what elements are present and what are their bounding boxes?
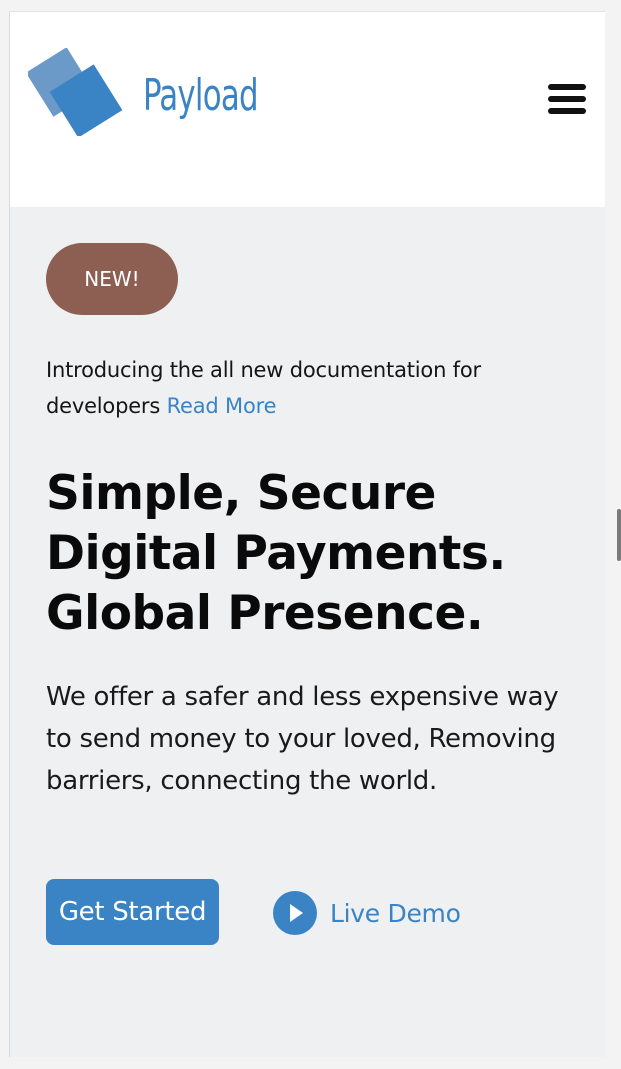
menu-bar: [548, 84, 586, 90]
live-demo-link[interactable]: Live Demo: [273, 891, 461, 935]
page-frame: Payload NEW! Introducing the all new doc…: [9, 11, 605, 1057]
new-badge: NEW!: [46, 243, 178, 315]
read-more-link[interactable]: Read More: [167, 394, 277, 418]
brand-name[interactable]: Payload: [143, 66, 259, 126]
site-header: Payload: [10, 12, 605, 207]
menu-bar: [548, 108, 586, 114]
hero-headline: Simple, Secure Digital Payments. Global …: [46, 466, 506, 641]
play-circle-icon: [273, 891, 317, 935]
scrollbar-thumb[interactable]: [617, 509, 621, 561]
menu-bar: [548, 96, 586, 102]
logo-icon[interactable]: [28, 48, 128, 136]
intro-text: Introducing the all new documentation fo…: [46, 352, 546, 424]
hamburger-menu-icon[interactable]: [548, 82, 588, 116]
hero-description: We offer a safer and less expensive way …: [46, 682, 559, 796]
get-started-button[interactable]: Get Started: [46, 879, 219, 945]
live-demo-label: Live Demo: [330, 898, 461, 928]
